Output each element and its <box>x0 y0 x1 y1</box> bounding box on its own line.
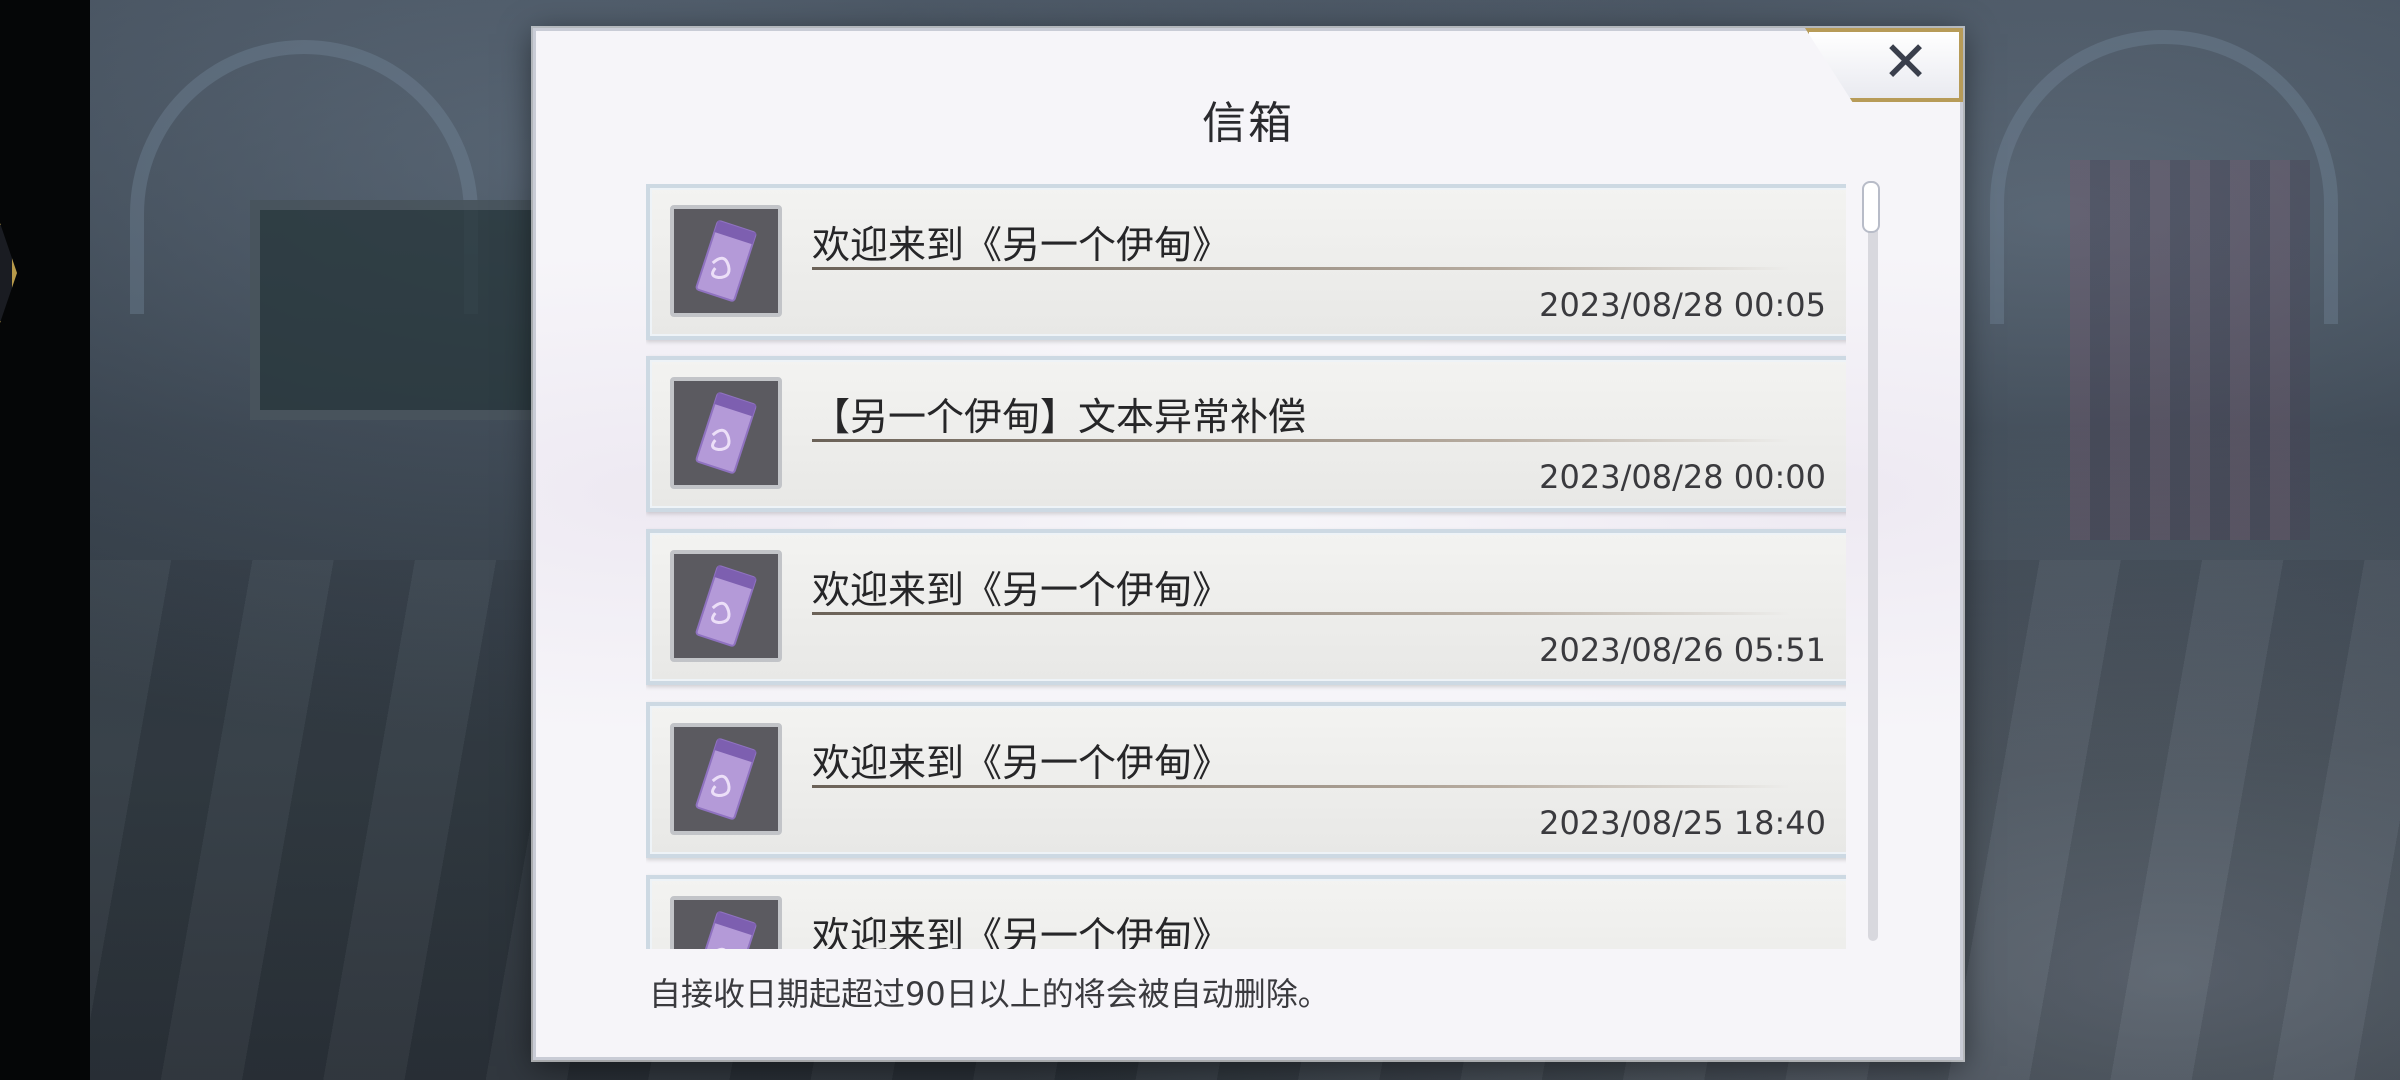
mail-subject: 【另一个伊甸】文本异常补偿 <box>812 395 1307 439</box>
purple-ticket-icon <box>670 205 782 317</box>
mail-item[interactable]: 欢迎来到《另一个伊甸》 2023/08/26 05:51 <box>646 529 1846 685</box>
mail-list[interactable]: 欢迎来到《另一个伊甸》 2023/08/28 00:05 【另一个伊甸】文本异常… <box>646 184 1846 949</box>
left-letterbox <box>0 0 90 1080</box>
scroll-thumb[interactable] <box>1862 181 1880 233</box>
mail-date: 2023/08/28 00:05 <box>1539 286 1826 324</box>
mail-date: 2023/08/26 05:51 <box>1539 631 1826 669</box>
mailbox-dialog: 信箱 ✕ 欢迎来到《另一个伊甸》 2023/08/28 00:05 【另一个伊甸… <box>533 28 1963 1060</box>
background-curtain <box>2070 160 2310 540</box>
footer-note: 自接收日期起超过90日以上的将会被自动删除。 <box>649 975 1330 1013</box>
purple-ticket-icon <box>670 550 782 662</box>
mail-subject: 欢迎来到《另一个伊甸》 <box>812 568 1231 612</box>
purple-ticket-icon <box>670 896 782 949</box>
mail-date: 2023/08/28 00:00 <box>1539 458 1826 496</box>
mail-item[interactable]: 欢迎来到《另一个伊甸》 <box>646 875 1846 949</box>
purple-ticket-icon <box>670 723 782 835</box>
dialog-title: 信箱 <box>1202 98 1294 149</box>
mail-date: 2023/08/25 18:40 <box>1539 804 1826 842</box>
mail-subject: 欢迎来到《另一个伊甸》 <box>812 741 1231 785</box>
divider <box>812 612 1790 615</box>
mail-subject: 欢迎来到《另一个伊甸》 <box>812 223 1231 267</box>
divider <box>812 267 1790 270</box>
mail-item[interactable]: 【另一个伊甸】文本异常补偿 2023/08/28 00:00 <box>646 356 1846 512</box>
scrollbar[interactable] <box>1862 181 1880 941</box>
purple-ticket-icon <box>670 377 782 489</box>
close-icon[interactable]: ✕ <box>1882 34 1929 92</box>
mail-item[interactable]: 欢迎来到《另一个伊甸》 2023/08/28 00:05 <box>646 184 1846 340</box>
mail-subject: 欢迎来到《另一个伊甸》 <box>812 914 1231 949</box>
divider <box>812 439 1790 442</box>
mail-item[interactable]: 欢迎来到《另一个伊甸》 2023/08/25 18:40 <box>646 702 1846 858</box>
divider <box>812 785 1790 788</box>
